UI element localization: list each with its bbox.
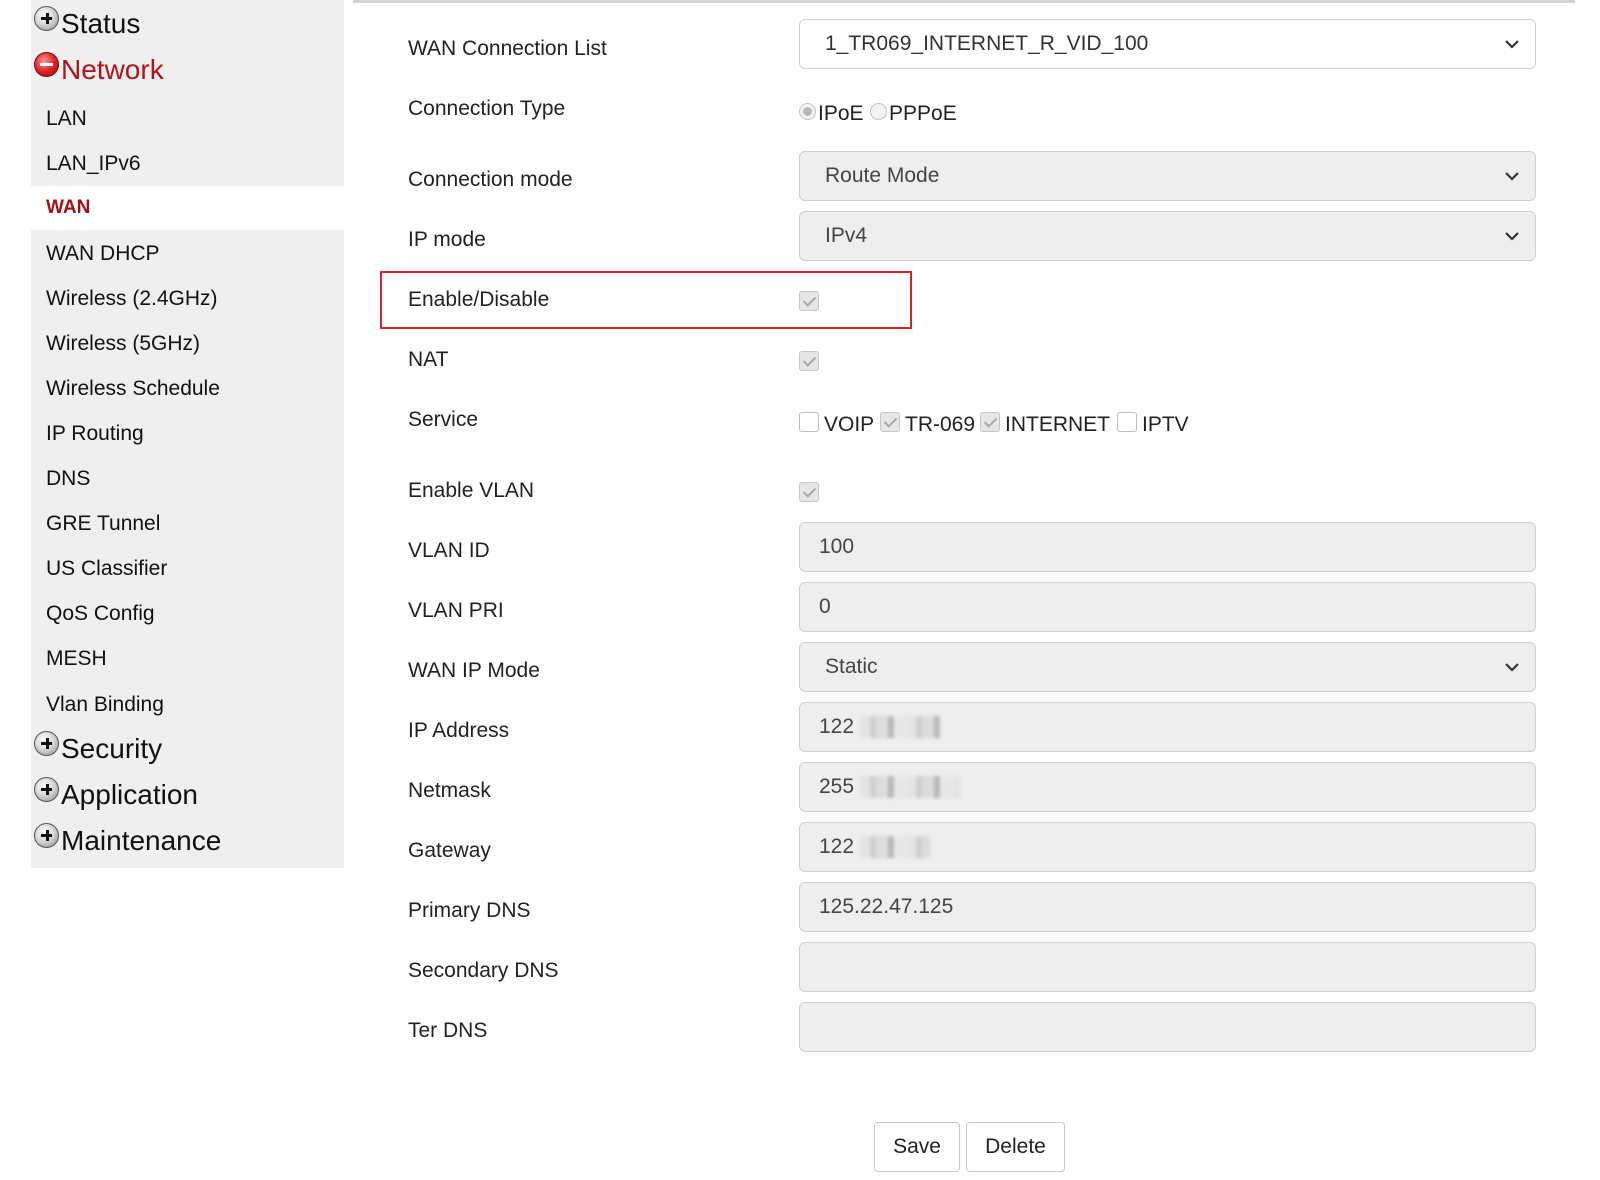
connection-mode-label: Connection mode: [408, 168, 573, 191]
vlan-pri-label: VLAN PRI: [408, 599, 504, 622]
sidebar-section-label: Maintenance: [61, 825, 222, 856]
gateway-label: Gateway: [408, 839, 491, 862]
netmask-value: 255: [819, 775, 855, 798]
sidebar-section-maintenance[interactable]: Maintenance: [34, 821, 221, 861]
ter-dns-label: Ter DNS: [408, 1019, 488, 1042]
service-tr069-label: TR-069: [905, 413, 976, 436]
connection-mode-value: Route Mode: [825, 164, 940, 187]
expand-plus-icon: [34, 5, 59, 31]
redacted-blur: [860, 836, 931, 858]
wan-ip-mode-value: Static: [825, 655, 878, 678]
vlan-id-label: VLAN ID: [408, 539, 490, 562]
collapse-minus-icon: [34, 51, 59, 77]
chevron-down-icon: [1505, 172, 1519, 181]
redacted-blur: [860, 716, 941, 738]
sidebar-item-us-classifier[interactable]: US Classifier: [31, 547, 344, 591]
sidebar-item-ip-routing[interactable]: IP Routing: [31, 412, 344, 456]
delete-button[interactable]: Delete: [966, 1122, 1065, 1172]
sidebar-item-dns[interactable]: DNS: [31, 457, 344, 501]
sidebar-item-qos-config[interactable]: QoS Config: [31, 592, 344, 636]
sidebar-section-label: Status: [61, 8, 141, 39]
sidebar-section-label: Security: [61, 733, 163, 764]
service-internet-checkbox[interactable]: [980, 412, 1000, 432]
ip-address-input[interactable]: 122: [799, 702, 1536, 752]
sidebar-item-wireless-5ghz[interactable]: Wireless (5GHz): [31, 322, 344, 366]
enable-vlan-checkbox[interactable]: [799, 482, 819, 502]
chevron-down-icon: [1505, 663, 1519, 672]
connection-type-pppoe-radio[interactable]: [870, 103, 887, 120]
wan-connection-list-label: WAN Connection List: [408, 37, 607, 60]
vlan-pri-value: 0: [819, 595, 831, 618]
service-iptv-label: IPTV: [1142, 413, 1189, 436]
sidebar-section-security[interactable]: Security: [34, 729, 162, 769]
service-internet-label: INTERNET: [1005, 413, 1110, 436]
primary-dns-value: 125.22.47.125: [819, 895, 954, 918]
sidebar-item-wan-dhcp[interactable]: WAN DHCP: [31, 232, 344, 276]
wan-connection-list-select[interactable]: 1_TR069_INTERNET_R_VID_100: [799, 19, 1536, 69]
chevron-down-icon: [1505, 232, 1519, 241]
vlan-id-input[interactable]: 100: [799, 522, 1536, 572]
top-divider: [353, 0, 1575, 3]
enable-vlan-label: Enable VLAN: [408, 479, 535, 502]
primary-dns-input[interactable]: 125.22.47.125: [799, 882, 1536, 932]
expand-plus-icon: [34, 776, 59, 802]
sidebar-section-status[interactable]: Status: [34, 4, 140, 44]
expand-plus-icon: [34, 730, 59, 756]
sidebar-item-gre-tunnel[interactable]: GRE Tunnel: [31, 502, 344, 546]
sidebar-item-mesh[interactable]: MESH: [31, 637, 344, 681]
vlan-pri-input[interactable]: 0: [799, 582, 1536, 632]
connection-type-ipoe-label: IPoE: [818, 102, 864, 125]
gateway-value: 122: [819, 835, 855, 858]
sidebar-section-label: Application: [61, 779, 198, 810]
enable-disable-checkbox[interactable]: [799, 291, 819, 311]
sidebar-item-lan[interactable]: LAN: [31, 97, 344, 141]
secondary-dns-label: Secondary DNS: [408, 959, 559, 982]
ter-dns-input[interactable]: [799, 1002, 1536, 1052]
save-button[interactable]: Save: [874, 1122, 960, 1172]
ip-mode-select[interactable]: IPv4: [799, 211, 1536, 261]
wan-connection-list-value: 1_TR069_INTERNET_R_VID_100: [825, 32, 1149, 55]
ip-address-value: 122: [819, 715, 855, 738]
netmask-label: Netmask: [408, 779, 491, 802]
sidebar-section-network[interactable]: Network: [34, 50, 164, 90]
secondary-dns-input[interactable]: [799, 942, 1536, 992]
ip-address-label: IP Address: [408, 719, 510, 742]
ip-mode-label: IP mode: [408, 228, 486, 251]
nat-label: NAT: [408, 348, 449, 371]
connection-type-ipoe-radio[interactable]: [799, 103, 816, 120]
enable-disable-label: Enable/Disable: [408, 288, 550, 311]
connection-mode-select[interactable]: Route Mode: [799, 151, 1536, 201]
service-voip-checkbox[interactable]: [799, 412, 819, 432]
netmask-input[interactable]: 255: [799, 762, 1536, 812]
sidebar-item-wireless-schedule[interactable]: Wireless Schedule: [31, 367, 344, 411]
wan-ip-mode-label: WAN IP Mode: [408, 659, 540, 682]
vlan-id-value: 100: [819, 535, 855, 558]
connection-type-pppoe-label: PPPoE: [889, 102, 957, 125]
expand-plus-icon: [34, 822, 59, 848]
sidebar-item-lan-ipv6[interactable]: LAN_IPv6: [31, 142, 344, 186]
service-voip-label: VOIP: [824, 413, 875, 436]
chevron-down-icon: [1505, 40, 1519, 49]
primary-dns-label: Primary DNS: [408, 899, 531, 922]
sidebar: Status Network LAN LAN_IPv6 WAN WAN DHCP…: [31, 0, 344, 868]
sidebar-item-wan[interactable]: WAN: [31, 186, 344, 230]
nat-checkbox[interactable]: [799, 351, 819, 371]
sidebar-item-wireless-24ghz[interactable]: Wireless (2.4GHz): [31, 277, 344, 321]
service-iptv-checkbox[interactable]: [1117, 412, 1137, 432]
ip-mode-value: IPv4: [825, 224, 868, 247]
service-tr069-checkbox[interactable]: [880, 412, 900, 432]
connection-type-label: Connection Type: [408, 97, 566, 120]
sidebar-section-label: Network: [61, 54, 164, 85]
service-label: Service: [408, 408, 479, 431]
gateway-input[interactable]: 122: [799, 822, 1536, 872]
sidebar-section-application[interactable]: Application: [34, 775, 198, 815]
redacted-blur: [860, 776, 961, 798]
wan-ip-mode-select[interactable]: Static: [799, 642, 1536, 692]
sidebar-item-vlan-binding[interactable]: Vlan Binding: [31, 683, 344, 727]
